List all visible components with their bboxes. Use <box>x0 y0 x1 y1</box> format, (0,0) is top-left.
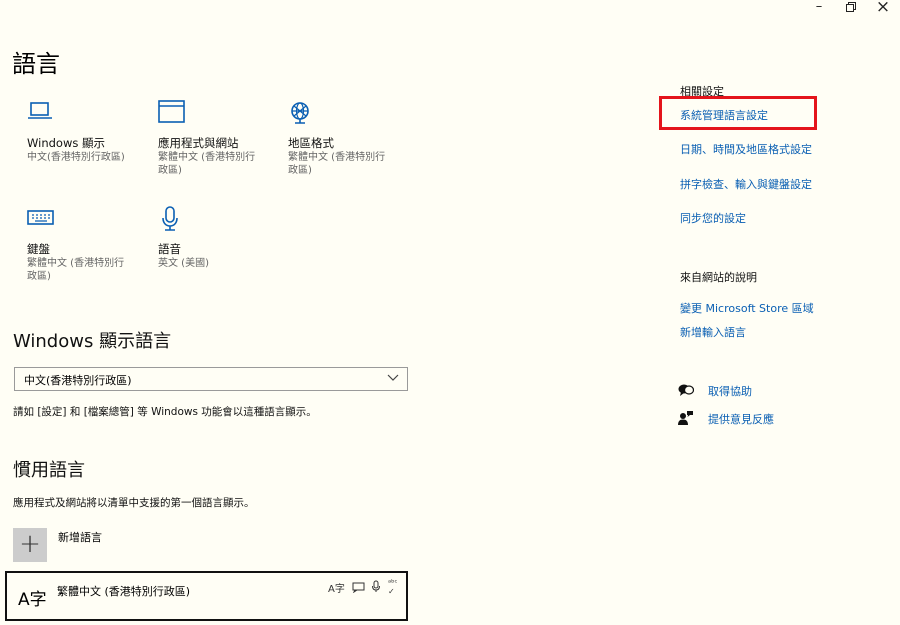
window-icon <box>158 100 185 123</box>
tile-subtitle: 繁體中文 (香港特別行 政區) <box>158 152 256 176</box>
tile-windows-display[interactable]: Windows 顯示 中文(香港特別行政區) <box>27 100 147 164</box>
feedback-link[interactable]: 提供意見反應 <box>708 411 774 427</box>
spelling-typing-keyboard-link[interactable]: 拼字檢查、輸入與鍵盤設定 <box>680 176 812 192</box>
keyboard-icon <box>27 210 54 225</box>
minimize-icon: – <box>815 0 823 14</box>
laptop-icon <box>28 102 52 119</box>
tile-regional-format[interactable]: 地區格式 繁體中文 (香港特別行 政區) <box>288 100 408 177</box>
language-icon: A字 <box>18 590 47 610</box>
tile-title: 應用程式與網站 <box>158 136 239 150</box>
display-language-heading: Windows 顯示語言 <box>13 331 172 352</box>
tile-subtitle: 繁體中文 (香港特別行 政區) <box>27 258 125 282</box>
microphone-feature-icon <box>372 580 380 592</box>
display-language-select[interactable]: 中文(香港特別行政區) <box>14 367 408 391</box>
language-name: 繁體中文 (香港特別行政區) <box>57 585 191 598</box>
close-icon: × <box>875 0 891 17</box>
preferred-languages-hint: 應用程式及網站將以清單中支援的第一個語言顯示。 <box>13 497 255 509</box>
minimize-button[interactable]: – <box>804 0 834 16</box>
display-language-hint: 請如 [設定] 和 [檔案總管] 等 Windows 功能會以這種語言顯示。 <box>13 406 317 418</box>
close-button[interactable]: × <box>868 0 898 16</box>
restore-icon <box>846 2 856 12</box>
date-time-region-link[interactable]: 日期、時間及地區格式設定 <box>680 141 812 157</box>
change-store-region-link[interactable]: 變更 Microsoft Store 區域 <box>680 300 814 316</box>
display-language-value: 中文(香港特別行政區) <box>24 374 132 387</box>
tile-subtitle: 繁體中文 (香港特別行 政區) <box>288 152 386 176</box>
language-list-item[interactable]: A字 繁體中文 (香港特別行政區) A字 ᵃᵇᶜ ✓ <box>5 571 408 621</box>
tile-title: 鍵盤 <box>27 242 50 256</box>
spellcheck-feature-icon: ᵃᵇᶜ ✓ <box>388 578 398 596</box>
tile-subtitle: 英文 (美國) <box>158 258 209 269</box>
tile-keyboard[interactable]: 鍵盤 繁體中文 (香港特別行 政區) <box>27 206 147 283</box>
tile-subtitle: 中文(香港特別行政區) <box>27 152 125 163</box>
globe-icon <box>291 102 309 124</box>
get-help-link[interactable]: 取得協助 <box>708 383 752 399</box>
add-input-language-link[interactable]: 新增輸入語言 <box>680 324 746 340</box>
feedback-icon <box>678 411 693 425</box>
web-help-heading: 來自網站的說明 <box>680 271 757 284</box>
tile-speech[interactable]: 語音 英文 (美國) <box>158 206 278 270</box>
sync-settings-link[interactable]: 同步您的設定 <box>680 210 746 226</box>
tile-apps-websites[interactable]: 應用程式與網站 繁體中文 (香港特別行 政區) <box>158 100 278 177</box>
preferred-languages-heading: 慣用語言 <box>13 460 85 481</box>
speech-feature-icon <box>352 582 365 593</box>
chevron-down-icon <box>387 374 399 381</box>
display-language-feature-icon: A字 <box>328 584 345 595</box>
plus-icon: + <box>19 529 41 559</box>
tile-title: Windows 顯示 <box>27 136 105 150</box>
tile-title: 地區格式 <box>288 136 334 150</box>
add-language-button[interactable]: + <box>13 528 47 562</box>
add-language-label[interactable]: 新增語言 <box>58 529 102 545</box>
restore-button[interactable] <box>836 0 866 16</box>
admin-language-settings-link[interactable]: 系統管理語言設定 <box>680 107 768 123</box>
page-title: 語言 <box>12 50 60 78</box>
microphone-icon <box>162 206 178 231</box>
tile-title: 語音 <box>158 242 181 256</box>
get-help-icon <box>678 384 694 396</box>
